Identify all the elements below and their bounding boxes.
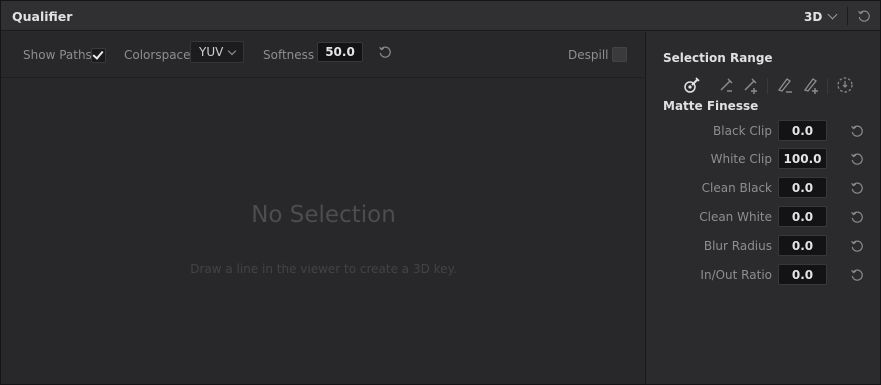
pick-subtract-icon[interactable] [716, 74, 738, 96]
clean-black-label: Clean Black [701, 181, 772, 195]
panel-header: Qualifier 3D [1, 1, 880, 31]
softness-field[interactable]: 50.0 [317, 42, 363, 62]
qualifier-toolbar: Show Paths Colorspace YUV Softness 50.0 … [1, 32, 646, 78]
matte-finesse-title: Matte Finesse [663, 99, 759, 113]
softness-label: Softness [263, 48, 315, 62]
tool-divider [767, 78, 768, 94]
pen-add-icon[interactable] [800, 74, 822, 96]
despill-label: Despill [568, 48, 609, 62]
param-clean-white: Clean White 0.0 [647, 206, 880, 228]
show-paths-label: Show Paths [23, 48, 92, 62]
selection-tools [647, 70, 880, 98]
show-paths-checkbox[interactable] [91, 48, 106, 63]
param-blur-radius: Blur Radius 0.0 [647, 235, 880, 257]
highlight-icon[interactable] [834, 74, 856, 96]
reset-icon[interactable] [857, 9, 871, 23]
reset-icon[interactable] [378, 45, 392, 59]
in-out-ratio-field[interactable]: 0.0 [778, 264, 827, 285]
colorspace-label: Colorspace [124, 48, 191, 62]
qualifier-controls: Selection Range Matte Finesse Black Clip… [647, 32, 880, 384]
selection-range-title: Selection Range [663, 51, 773, 65]
empty-state-hint: Draw a line in the viewer to create a 3D… [190, 262, 457, 276]
empty-state-title: No Selection [251, 202, 396, 228]
reset-icon[interactable] [850, 210, 864, 224]
param-white-clip: White Clip 100.0 [647, 148, 880, 170]
white-clip-label: White Clip [710, 152, 772, 166]
reset-icon[interactable] [850, 152, 864, 166]
clean-black-field[interactable]: 0.0 [778, 177, 827, 198]
param-clean-black: Clean Black 0.0 [647, 177, 880, 199]
param-in-out-ratio: In/Out Ratio 0.0 [647, 264, 880, 286]
picker-icon[interactable] [681, 74, 703, 96]
chevron-down-icon [228, 46, 237, 55]
chevron-down-icon [827, 9, 838, 20]
param-black-clip: Black Clip 0.0 [647, 120, 880, 142]
black-clip-label: Black Clip [713, 124, 772, 138]
reset-icon[interactable] [850, 181, 864, 195]
header-divider [847, 7, 848, 25]
black-clip-field[interactable]: 0.0 [778, 120, 827, 141]
blur-radius-field[interactable]: 0.0 [778, 235, 827, 256]
qualifier-mode-value: 3D [804, 9, 823, 24]
checkmark-icon [92, 48, 104, 60]
pick-add-icon[interactable] [740, 74, 762, 96]
colorspace-select[interactable]: YUV [190, 41, 244, 63]
reset-icon[interactable] [850, 124, 864, 138]
panel-title: Qualifier [12, 9, 73, 24]
white-clip-field[interactable]: 100.0 [778, 148, 827, 169]
clean-white-label: Clean White [699, 210, 772, 224]
tool-divider [827, 78, 828, 94]
despill-checkbox[interactable] [612, 47, 627, 62]
clean-white-field[interactable]: 0.0 [778, 206, 827, 227]
colorspace-value: YUV [199, 45, 224, 59]
blur-radius-label: Blur Radius [703, 239, 772, 253]
in-out-ratio-label: In/Out Ratio [700, 268, 772, 282]
reset-icon[interactable] [850, 239, 864, 253]
qualifier-mode-select[interactable]: 3D [804, 8, 838, 25]
qualifier-panel: Qualifier 3D Show Paths Colorspace YUV S… [0, 0, 881, 385]
keying-viewer-area: Show Paths Colorspace YUV Softness 50.0 … [1, 32, 646, 384]
pen-subtract-icon[interactable] [774, 74, 796, 96]
reset-icon[interactable] [850, 268, 864, 282]
